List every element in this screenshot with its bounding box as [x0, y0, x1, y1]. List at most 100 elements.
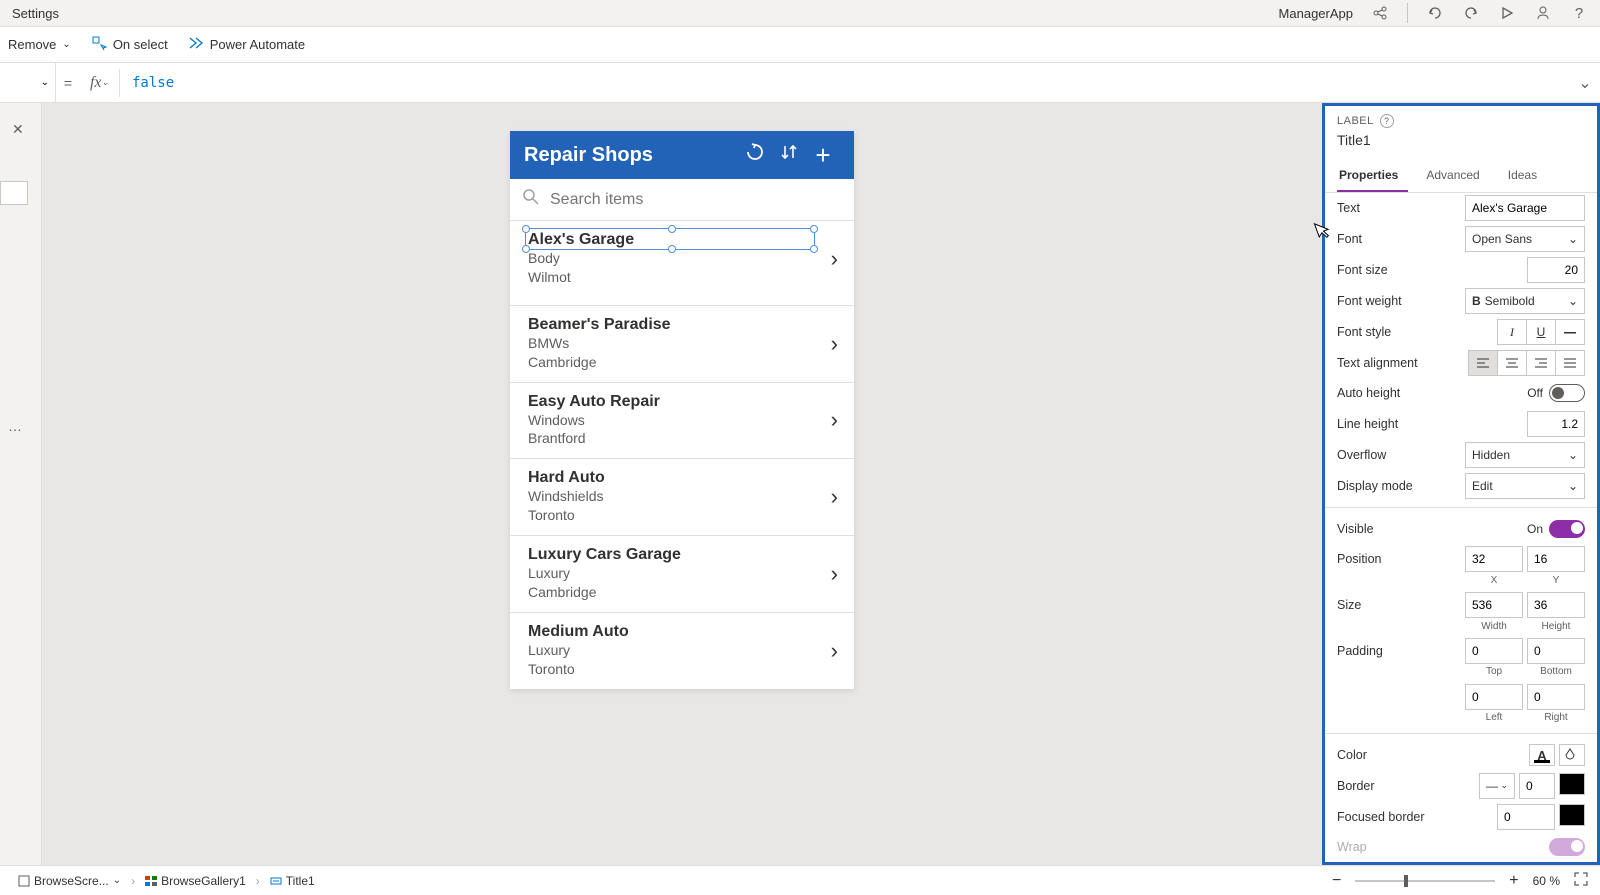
- chevron-right-icon[interactable]: ›: [831, 638, 838, 664]
- zoom-slider[interactable]: [1355, 880, 1495, 882]
- height-input[interactable]: [1527, 592, 1585, 618]
- item-body: Cambridge: [528, 583, 831, 602]
- padding-top-input[interactable]: [1465, 638, 1523, 664]
- item-title-selected[interactable]: Alex's Garage: [528, 231, 831, 249]
- autoheight-toggle[interactable]: [1549, 384, 1585, 402]
- prop-text-input[interactable]: [1465, 195, 1585, 221]
- chevron-right-icon[interactable]: ›: [831, 331, 838, 357]
- tab-properties[interactable]: Properties: [1337, 162, 1408, 192]
- canvas-area[interactable]: Repair Shops + Alex's Garage: [42, 103, 1322, 865]
- position-y-input[interactable]: [1527, 546, 1585, 572]
- tab-ideas[interactable]: Ideas: [1506, 162, 1547, 192]
- fit-screen-icon[interactable]: [1574, 872, 1588, 889]
- right-label: Right: [1527, 712, 1585, 723]
- chevron-right-icon[interactable]: ›: [831, 407, 838, 433]
- padding-right-input[interactable]: [1527, 684, 1585, 710]
- border-style-select[interactable]: — ⌄: [1479, 773, 1515, 799]
- underline-button[interactable]: U: [1526, 319, 1556, 345]
- list-item[interactable]: Luxury Cars Garage Luxury Cambridge ›: [510, 536, 854, 613]
- app-title-label: Repair Shops: [524, 144, 738, 167]
- focused-border-width-input[interactable]: [1497, 804, 1555, 830]
- fx-icon[interactable]: fx⌄: [80, 69, 120, 97]
- help-icon[interactable]: ?: [1380, 114, 1394, 128]
- power-automate-button[interactable]: Power Automate: [188, 35, 305, 54]
- prop-font-select[interactable]: Open Sans⌄: [1465, 226, 1585, 252]
- app-canvas[interactable]: Repair Shops + Alex's Garage: [510, 131, 854, 689]
- item-title: Luxury Cars Garage: [528, 546, 831, 564]
- zoom-out-button[interactable]: −: [1332, 872, 1341, 890]
- onselect-button[interactable]: On select: [91, 35, 168, 54]
- visible-toggle[interactable]: [1549, 520, 1585, 538]
- prop-align-label: Text alignment: [1337, 356, 1468, 370]
- item-subtitle: Luxury: [528, 564, 831, 583]
- chevron-down-icon: ⌄: [1568, 479, 1578, 493]
- control-type-label: LABEL ?: [1337, 114, 1585, 128]
- share-icon[interactable]: [1371, 4, 1389, 22]
- prop-lineheight-input[interactable]: [1527, 411, 1585, 437]
- undo-icon[interactable]: [1426, 4, 1444, 22]
- border-color-button[interactable]: [1559, 773, 1585, 795]
- search-row: [510, 179, 854, 221]
- zoom-in-button[interactable]: +: [1509, 872, 1518, 890]
- font-color-button[interactable]: A: [1529, 744, 1555, 766]
- prop-wrap-label: Wrap: [1337, 840, 1549, 854]
- item-title: Beamer's Paradise: [528, 316, 831, 334]
- align-justify-button[interactable]: [1555, 350, 1585, 376]
- breadcrumb-screen[interactable]: BrowseScre... ⌄: [12, 872, 127, 890]
- prop-fontsize-input[interactable]: [1527, 257, 1585, 283]
- tree-thumbnail[interactable]: [0, 181, 28, 205]
- list-item[interactable]: Easy Auto Repair Windows Brantford ›: [510, 383, 854, 460]
- search-input[interactable]: [550, 191, 842, 209]
- wrap-toggle[interactable]: [1549, 838, 1585, 856]
- formula-bar: ⌄ = fx⌄ ⌄: [0, 63, 1600, 103]
- chevron-right-icon[interactable]: ›: [831, 561, 838, 587]
- list-item[interactable]: Beamer's Paradise BMWs Cambridge ›: [510, 306, 854, 383]
- chevron-right-icon[interactable]: ›: [831, 246, 838, 272]
- list-item[interactable]: Alex's Garage Body Wilmot ›: [510, 221, 854, 306]
- formula-input[interactable]: [120, 63, 1570, 102]
- strike-button[interactable]: —: [1555, 319, 1585, 345]
- help-icon[interactable]: ?: [1570, 4, 1588, 22]
- align-right-button[interactable]: [1526, 350, 1556, 376]
- list-item[interactable]: Medium Auto Luxury Toronto ›: [510, 613, 854, 689]
- prop-fontweight-select[interactable]: BSemibold ⌄: [1465, 288, 1585, 314]
- focused-border-color-button[interactable]: [1559, 804, 1585, 826]
- list-item[interactable]: Hard Auto Windshields Toronto ›: [510, 459, 854, 536]
- property-selector[interactable]: ⌄: [0, 63, 56, 102]
- width-input[interactable]: [1465, 592, 1523, 618]
- item-body: Cambridge: [528, 353, 831, 372]
- tab-advanced[interactable]: Advanced: [1424, 162, 1489, 192]
- position-x-input[interactable]: [1465, 546, 1523, 572]
- prop-displaymode-select[interactable]: Edit⌄: [1465, 473, 1585, 499]
- more-icon[interactable]: …: [8, 418, 24, 434]
- fill-color-button[interactable]: [1559, 744, 1585, 766]
- item-subtitle: Windows: [528, 411, 831, 430]
- breadcrumb-gallery[interactable]: BrowseGallery1: [139, 872, 252, 890]
- x-label: X: [1465, 575, 1523, 586]
- prop-overflow-select[interactable]: Hidden⌄: [1465, 442, 1585, 468]
- refresh-icon[interactable]: [738, 141, 772, 169]
- app-header: Repair Shops +: [510, 131, 854, 179]
- border-width-input[interactable]: [1519, 773, 1555, 799]
- expand-formula-icon[interactable]: ⌄: [1570, 73, 1600, 93]
- prop-focusedborder-label: Focused border: [1337, 810, 1497, 824]
- chevron-down-icon: ⌄: [62, 39, 70, 50]
- control-name[interactable]: Title1: [1337, 132, 1585, 148]
- padding-left-input[interactable]: [1465, 684, 1523, 710]
- redo-icon[interactable]: [1462, 4, 1480, 22]
- breadcrumb-control[interactable]: Title1: [264, 872, 321, 890]
- chevron-right-icon[interactable]: ›: [831, 484, 838, 510]
- italic-button[interactable]: I: [1497, 319, 1527, 345]
- align-left-button[interactable]: [1468, 350, 1498, 376]
- sort-icon[interactable]: [772, 142, 806, 168]
- align-center-button[interactable]: [1497, 350, 1527, 376]
- padding-bottom-input[interactable]: [1527, 638, 1585, 664]
- user-icon[interactable]: [1534, 4, 1552, 22]
- item-body: Wilmot: [528, 268, 831, 287]
- remove-button[interactable]: Remove ⌄: [8, 37, 71, 52]
- page-title: Settings: [12, 6, 59, 21]
- add-icon[interactable]: +: [806, 140, 840, 171]
- play-icon[interactable]: [1498, 4, 1516, 22]
- item-body: Toronto: [528, 506, 831, 525]
- close-tree-icon[interactable]: ✕: [12, 121, 24, 138]
